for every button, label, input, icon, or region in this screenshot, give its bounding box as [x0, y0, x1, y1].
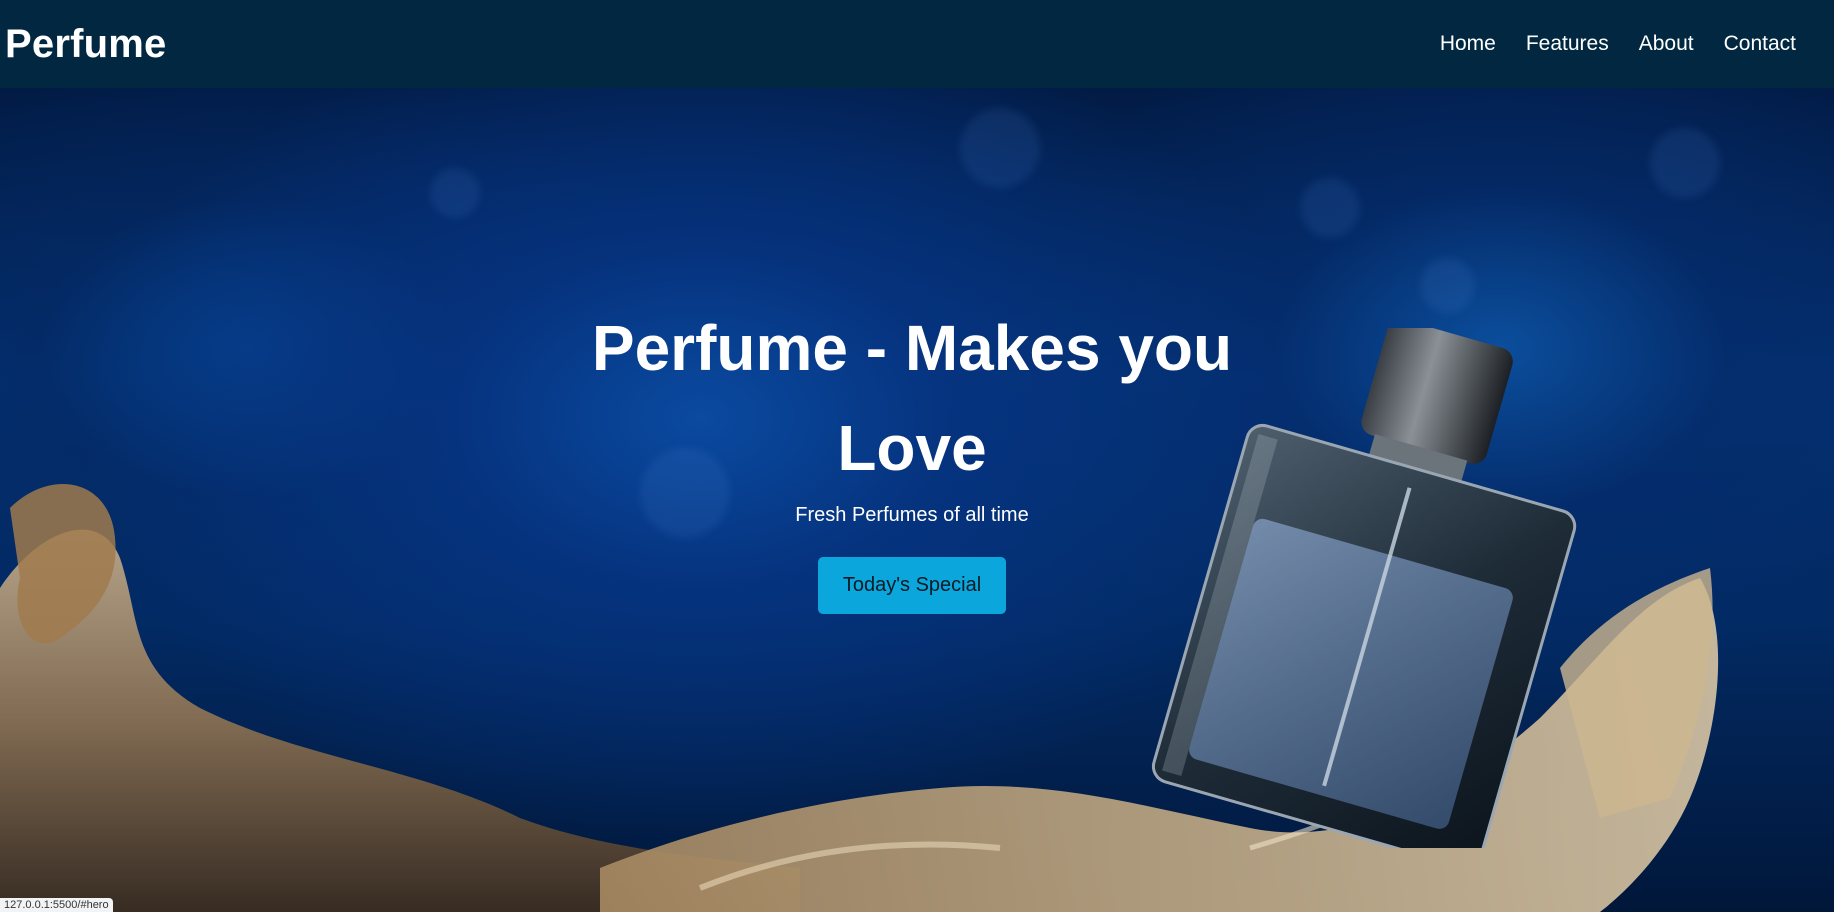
hero-section: Perfume - Makes you Love Fresh Perfumes … [0, 88, 1834, 912]
nav-link-features[interactable]: Features [1526, 32, 1609, 56]
brand-logo[interactable]: Perfume [5, 22, 166, 67]
nav-link-about[interactable]: About [1639, 32, 1694, 56]
hero-content: Perfume - Makes you Love Fresh Perfumes … [512, 298, 1312, 614]
todays-special-button[interactable]: Today's Special [817, 557, 1007, 614]
nav-link-home[interactable]: Home [1440, 32, 1496, 56]
status-bar-url: 127.0.0.1:5500/#hero [0, 898, 113, 912]
bokeh-light [1650, 128, 1720, 198]
bokeh-light [960, 108, 1040, 188]
bokeh-light [1420, 258, 1475, 313]
hero-title: Perfume - Makes you Love [591, 312, 1233, 484]
nav-link-contact[interactable]: Contact [1724, 32, 1796, 56]
bokeh-light [430, 168, 480, 218]
bokeh-light [1300, 178, 1360, 238]
nav-links: Home Features About Contact [1440, 32, 1796, 56]
hero-subtitle: Fresh Perfumes of all time [795, 504, 1029, 526]
navbar: Perfume Home Features About Contact [0, 0, 1834, 88]
